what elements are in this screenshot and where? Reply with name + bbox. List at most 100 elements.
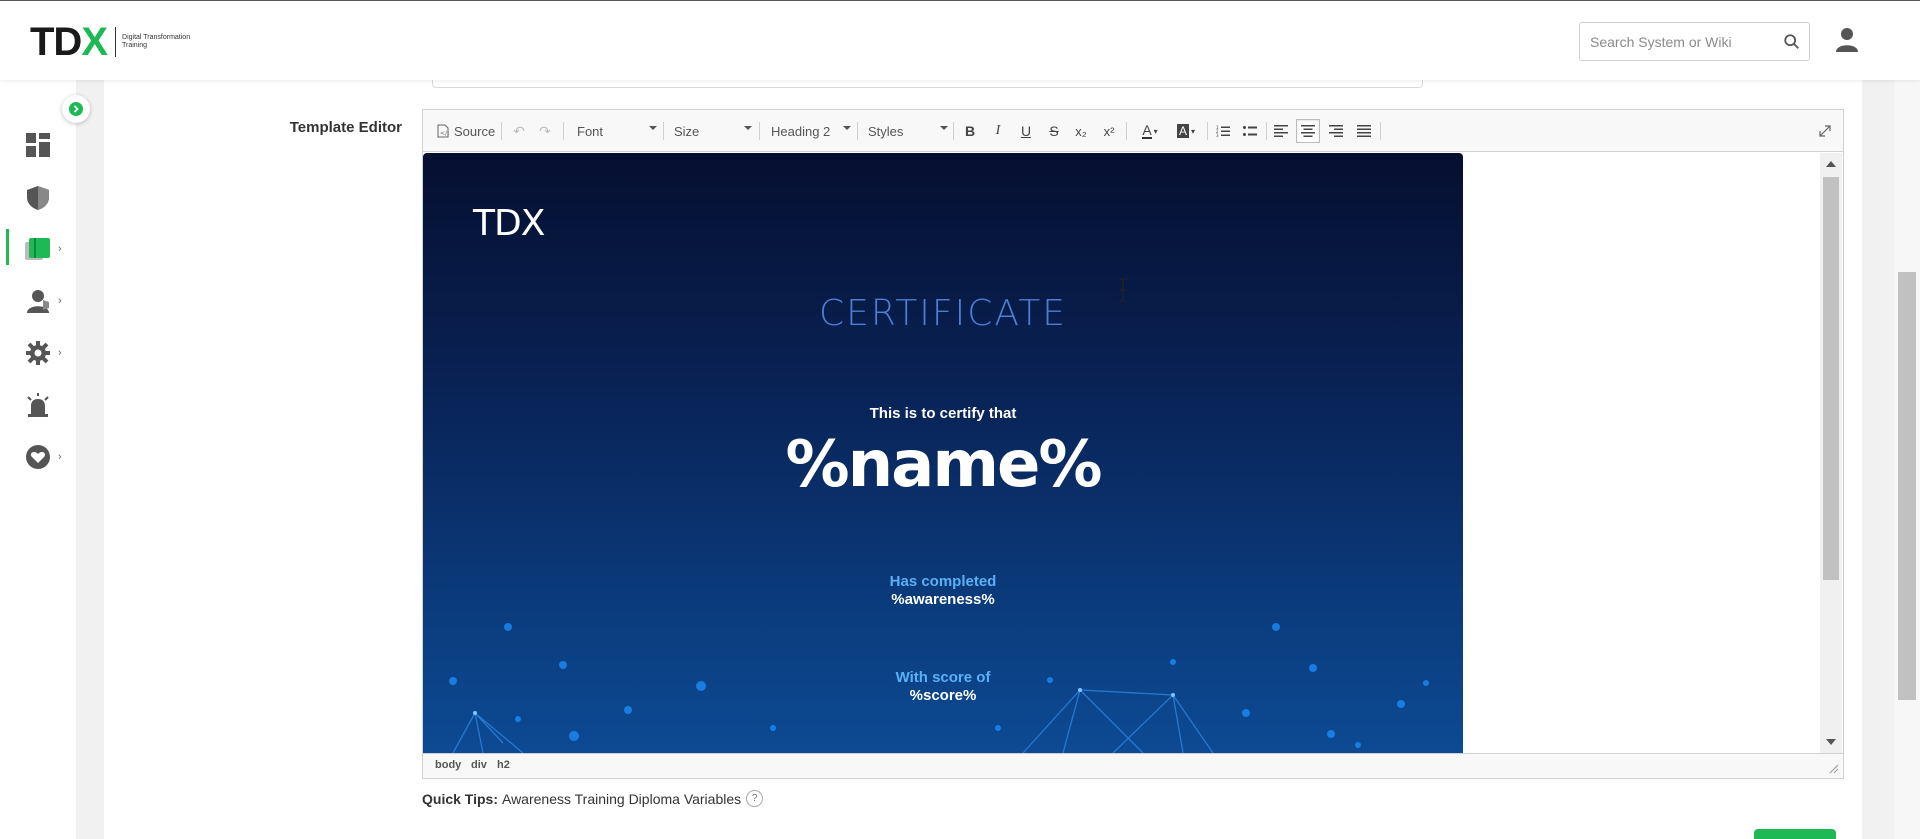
source-icon: </>: [437, 124, 449, 138]
certificate-logo: TDX: [473, 203, 545, 244]
chevron-right-icon: ›: [58, 295, 62, 307]
search-input[interactable]: [1580, 23, 1770, 60]
chevron-right-icon: ›: [58, 347, 62, 359]
maximize-icon: [1819, 125, 1831, 137]
align-center-icon: [1301, 125, 1315, 137]
shield-icon: [27, 186, 49, 210]
subscript-icon: x₂: [1075, 123, 1087, 139]
score-variable: %score%: [909, 687, 977, 704]
editor-path-bar: body div h2: [423, 753, 1843, 778]
quick-tips-label: Quick Tips:: [422, 790, 498, 807]
strikethrough-button[interactable]: S: [1042, 119, 1066, 143]
left-sidebar: › › › ›: [0, 80, 76, 839]
nav-favorites[interactable]: ›: [0, 432, 76, 482]
font-dropdown[interactable]: Font: [577, 120, 657, 142]
logo-text-dark: TD: [30, 20, 82, 64]
svg-text:</>: </>: [440, 130, 449, 137]
scroll-up-icon[interactable]: [1826, 161, 1836, 167]
rich-text-editor[interactable]: </> Source ↶ ↷ Font Size Heading 2 Style…: [422, 109, 1844, 779]
size-label: Size: [674, 123, 700, 139]
numbered-list-button[interactable]: 123: [1211, 119, 1235, 143]
justify-icon: [1357, 125, 1371, 137]
redo-button[interactable]: ↷: [533, 119, 557, 143]
format-dropdown[interactable]: Heading 2: [771, 120, 851, 142]
scroll-down-icon[interactable]: [1826, 739, 1836, 745]
search-icon[interactable]: [1783, 33, 1801, 51]
nav-settings[interactable]: ›: [0, 328, 76, 378]
path-body[interactable]: body: [435, 759, 461, 771]
name-variable: %name%: [785, 428, 1102, 502]
alarm-icon: [27, 393, 49, 417]
editor-content-area[interactable]: TDX CERTIFICATE This is to certify that …: [423, 153, 1843, 753]
page-scrollbar-thumb[interactable]: [1898, 272, 1916, 700]
bold-button[interactable]: B: [958, 119, 982, 143]
help-icon[interactable]: ?: [746, 790, 764, 807]
chevron-right-icon: ›: [58, 243, 62, 255]
nav-training[interactable]: ›: [0, 224, 76, 274]
tdx-logo[interactable]: TDX Digital Transformation Training: [30, 20, 192, 64]
completed-label: Has completed: [889, 573, 997, 590]
bulleted-list-button[interactable]: [1238, 119, 1262, 143]
quick-tips: Quick Tips: Awareness Training Diploma V…: [422, 790, 764, 807]
justify-button[interactable]: [1352, 119, 1376, 143]
styles-dropdown[interactable]: Styles: [868, 120, 948, 142]
italic-button[interactable]: I: [986, 119, 1010, 143]
nav-users[interactable]: ›: [0, 276, 76, 326]
text-color-button[interactable]: A ▾: [1135, 119, 1165, 143]
template-editor-label: Template Editor: [289, 119, 402, 136]
align-left-button[interactable]: [1269, 119, 1293, 143]
nav-dashboard[interactable]: [0, 120, 76, 170]
heart-icon: [26, 445, 50, 469]
align-right-icon: [1329, 125, 1343, 137]
certificate-title: CERTIFICATE: [819, 293, 1067, 334]
user-account-icon[interactable]: [1835, 27, 1859, 53]
underline-button[interactable]: U: [1014, 119, 1038, 143]
save-button[interactable]: [1754, 829, 1836, 839]
certify-text: This is to certify that: [869, 405, 1017, 422]
superscript-button[interactable]: x²: [1097, 119, 1121, 143]
format-label: Heading 2: [771, 123, 831, 139]
search-box[interactable]: [1579, 22, 1810, 61]
size-dropdown[interactable]: Size: [674, 120, 752, 142]
source-label: Source: [454, 123, 496, 139]
italic-icon: I: [995, 123, 1001, 138]
training-book-icon: [25, 238, 50, 260]
superscript-icon: x²: [1103, 123, 1115, 139]
score-label: With score of: [895, 669, 991, 686]
align-right-button[interactable]: [1324, 119, 1348, 143]
dropdown-arrow-icon: [940, 126, 948, 130]
logo-text-green: X: [81, 20, 108, 64]
sidebar-pattern-strip: [76, 80, 104, 839]
nav-security[interactable]: [0, 173, 76, 223]
align-center-button[interactable]: [1296, 119, 1320, 143]
toolbar-separator: [1380, 122, 1381, 140]
logo-divider: [115, 27, 117, 57]
background-color-button[interactable]: A ▾: [1171, 119, 1201, 143]
bulleted-list-icon: [1243, 126, 1257, 136]
chevron-right-icon: [69, 102, 83, 116]
awareness-variable: %awareness%: [891, 591, 995, 608]
gear-icon: [26, 341, 50, 365]
svg-text:3: 3: [1216, 133, 1219, 137]
quick-tips-link[interactable]: Awareness Training Diploma Variables: [502, 791, 741, 807]
dashboard-icon: [26, 133, 50, 157]
undo-icon: ↶: [513, 122, 525, 139]
path-h2[interactable]: h2: [497, 759, 510, 771]
sidebar-toggle-button[interactable]: [62, 95, 90, 123]
nav-alerts[interactable]: [0, 380, 76, 430]
editor-scrollbar-thumb[interactable]: [1823, 177, 1839, 580]
subscript-button[interactable]: x₂: [1069, 119, 1093, 143]
undo-button[interactable]: ↶: [507, 119, 531, 143]
toolbar-separator: [759, 122, 760, 140]
resize-grip-icon[interactable]: [1829, 764, 1839, 774]
source-button[interactable]: </> Source: [437, 118, 495, 144]
dropdown-arrow-icon: [843, 126, 851, 130]
styles-label: Styles: [868, 123, 904, 139]
dropdown-arrow-icon: [649, 126, 657, 130]
certificate-template[interactable]: TDX CERTIFICATE This is to certify that …: [423, 153, 1463, 753]
font-label: Font: [577, 123, 604, 139]
editor-scrollbar[interactable]: [1820, 153, 1842, 753]
path-div[interactable]: div: [471, 759, 487, 771]
toolbar-separator: [1207, 122, 1208, 140]
maximize-button[interactable]: [1813, 119, 1837, 143]
